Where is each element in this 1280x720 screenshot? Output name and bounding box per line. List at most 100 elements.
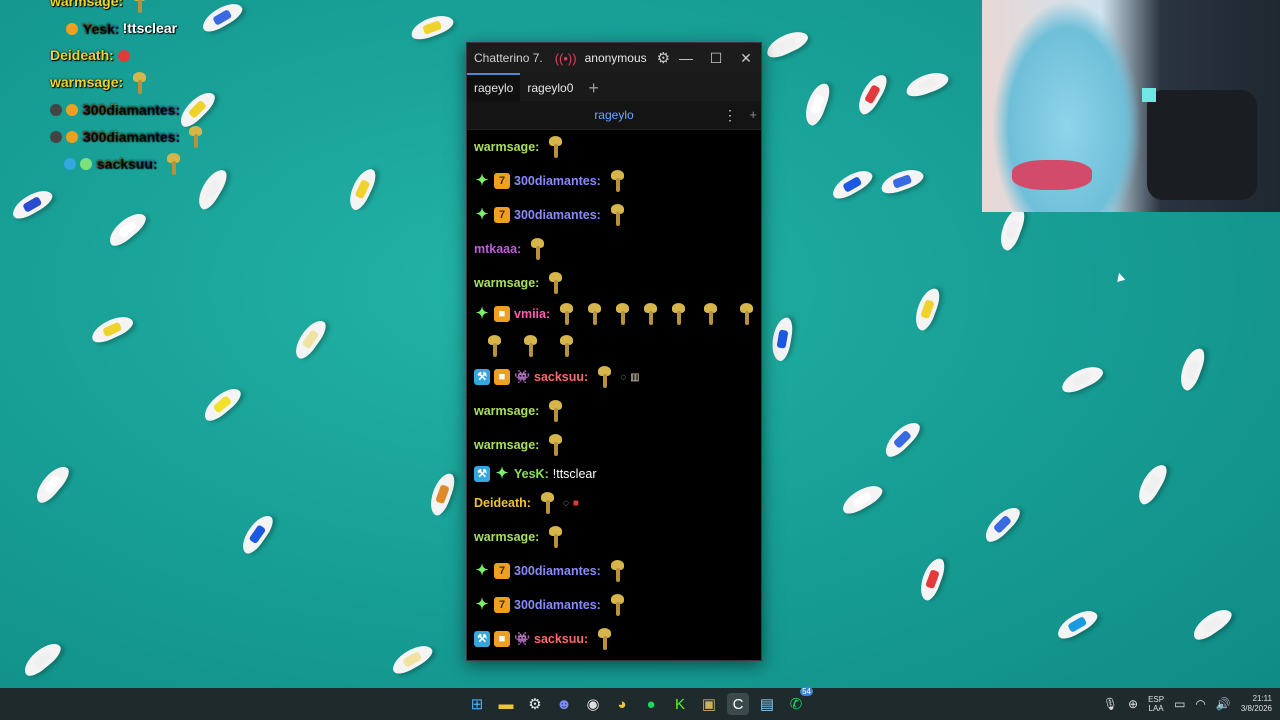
boat — [426, 470, 458, 518]
chat-messages[interactable]: warmsage: ✦ 7 300diamantes: ✦ 7 300diama… — [467, 130, 761, 656]
gold-figure-emote-icon[interactable] — [518, 334, 542, 358]
account-switcher[interactable]: anonymous — [585, 51, 647, 65]
discord-icon[interactable]: ☻ — [553, 693, 575, 715]
popcorn-emote-icon[interactable]: ▥ — [630, 372, 639, 383]
gold-figure-emote-icon[interactable] — [605, 203, 629, 227]
tab-rageylo0[interactable]: rageylo0 — [520, 75, 580, 101]
diamond-badge-icon[interactable]: ✦ — [474, 597, 490, 613]
chrome-icon[interactable]: ◕ — [611, 693, 633, 715]
sub-badge-icon[interactable]: 7 — [494, 597, 510, 613]
username[interactable]: warmsage: — [474, 438, 539, 452]
windows-icon[interactable]: ⊞ — [466, 693, 488, 715]
mod-badge-icon[interactable]: ⚒ — [474, 631, 490, 647]
display-icon[interactable]: ▭ — [1174, 697, 1185, 711]
alien-badge-icon[interactable]: 👾 — [514, 369, 530, 385]
kick-icon[interactable]: K — [669, 693, 691, 715]
diamond-badge-icon[interactable]: ✦ — [474, 207, 490, 223]
sub-badge-icon[interactable]: 7 — [494, 173, 510, 189]
obs-icon[interactable]: ◉ — [582, 693, 604, 715]
username[interactable]: 300diamantes: — [514, 564, 601, 578]
username[interactable]: mtkaaa: — [474, 242, 521, 256]
minimize-button[interactable]: — — [671, 50, 701, 67]
spotify-icon[interactable]: ● — [640, 693, 662, 715]
gold-figure-emote-icon[interactable] — [543, 135, 567, 159]
wifi-icon[interactable]: ◠ — [1195, 697, 1205, 711]
gold-figure-emote-icon[interactable] — [482, 334, 506, 358]
gold-figure-emote-icon[interactable] — [543, 271, 567, 295]
gold-figure-emote-icon[interactable] — [543, 399, 567, 423]
username[interactable]: 300diamantes: — [514, 174, 601, 188]
zero-width-emote-icon[interactable]: ◌ — [620, 372, 626, 383]
username[interactable]: YesK: — [514, 467, 549, 481]
cube-badge-icon[interactable]: ■ — [494, 306, 510, 322]
badge-icon — [50, 130, 62, 143]
alien-badge-icon[interactable]: 👾 — [514, 631, 530, 647]
gear-icon[interactable]: ⚙ — [657, 49, 670, 67]
chatterino-icon[interactable]: C — [727, 693, 749, 715]
gold-figure-emote-icon[interactable] — [610, 302, 634, 326]
chat-message: ✦ ■ vmiia: — [474, 300, 761, 360]
red-box-emote-icon[interactable]: ■ — [573, 498, 579, 509]
diamond-badge-icon[interactable]: ✦ — [474, 563, 490, 579]
mod-badge-icon[interactable]: ⚒ — [474, 466, 490, 482]
maximize-button[interactable]: ☐ — [701, 50, 731, 67]
tab-rageylo[interactable]: rageylo — [467, 73, 521, 101]
add-split-button[interactable]: + — [749, 101, 757, 129]
gold-figure-emote-icon[interactable] — [638, 302, 662, 326]
username[interactable]: warmsage: — [474, 140, 539, 154]
diamond-badge-icon[interactable]: ✦ — [494, 466, 510, 482]
username[interactable]: sacksuu: — [534, 632, 588, 646]
volume-icon[interactable]: 🔊 — [1216, 697, 1231, 711]
gold-figure-emote-icon[interactable] — [734, 302, 758, 326]
system-tray: 🎙 ⊕ ESP LAA ▭ ◠ 🔊 21:11 3/8/2026 — [1103, 688, 1272, 720]
clock[interactable]: 21:11 3/8/2026 — [1241, 694, 1272, 714]
diamond-badge-icon[interactable]: ✦ — [474, 173, 490, 189]
cube-badge-icon[interactable]: ■ — [494, 369, 510, 385]
gold-figure-emote-icon[interactable] — [554, 302, 578, 326]
gold-figure-emote-icon[interactable] — [605, 169, 629, 193]
username[interactable]: vmiia: — [514, 307, 550, 321]
diamond-badge-icon[interactable]: ✦ — [474, 306, 490, 322]
sub-badge-icon[interactable]: 7 — [494, 563, 510, 579]
username[interactable]: warmsage: — [474, 404, 539, 418]
username[interactable]: warmsage: — [474, 276, 539, 290]
boat — [1188, 604, 1236, 644]
gold-figure-emote-icon[interactable] — [605, 559, 629, 583]
username[interactable]: 300diamantes: — [514, 208, 601, 222]
gold-figure-emote-icon[interactable] — [605, 593, 629, 617]
zero-width-emote-icon[interactable]: ◌ — [563, 498, 569, 509]
gold-figure-emote-icon[interactable] — [543, 525, 567, 549]
gold-figure-emote-icon[interactable] — [554, 334, 578, 358]
mod-badge-icon[interactable]: ⚒ — [474, 369, 490, 385]
title-bar[interactable]: Chatterino 7. ((•)) anonymous ⚙ — ☐ ✕ — [467, 43, 761, 73]
microphone-icon[interactable]: 🎙 — [1103, 697, 1118, 711]
notepad-icon[interactable]: ▤ — [756, 693, 778, 715]
add-tab-button[interactable]: + — [580, 75, 607, 101]
gold-figure-emote-icon[interactable] — [666, 302, 690, 326]
gold-figure-emote-icon[interactable] — [698, 302, 722, 326]
boat — [408, 11, 456, 43]
network-icon[interactable]: ⊕ — [1128, 697, 1138, 711]
whatsapp-icon[interactable]: ✆ 54 — [785, 687, 813, 715]
gold-figure-emote-icon[interactable] — [535, 491, 559, 515]
sub-badge-icon[interactable]: 7 — [494, 207, 510, 223]
gold-figure-emote-icon[interactable] — [582, 302, 606, 326]
input-language[interactable]: ESP LAA — [1148, 695, 1164, 713]
gold-figure-emote-icon[interactable] — [543, 433, 567, 457]
file-explorer-icon[interactable]: ▬ — [495, 693, 517, 715]
game-icon[interactable]: ▣ — [698, 693, 720, 715]
gold-figure-emote-icon[interactable] — [592, 365, 616, 389]
username[interactable]: warmsage: — [474, 530, 539, 544]
gold-figure-emote-icon[interactable] — [525, 237, 549, 261]
cube-badge-icon[interactable]: ■ — [494, 631, 510, 647]
steam-icon[interactable]: ⚙ — [524, 693, 546, 715]
more-options-icon[interactable]: ⋮ — [723, 101, 737, 129]
username[interactable]: Deideath: — [474, 496, 531, 510]
username[interactable]: sacksuu: — [534, 370, 588, 384]
live-icon[interactable]: ((•)) — [555, 51, 577, 66]
username[interactable]: 300diamantes: — [514, 598, 601, 612]
close-button[interactable]: ✕ — [731, 50, 761, 67]
gold-figure-emote-icon[interactable] — [592, 627, 616, 651]
channel-name[interactable]: rageylo — [467, 101, 761, 129]
chatterino-window[interactable]: Chatterino 7. ((•)) anonymous ⚙ — ☐ ✕ ra… — [466, 42, 762, 661]
